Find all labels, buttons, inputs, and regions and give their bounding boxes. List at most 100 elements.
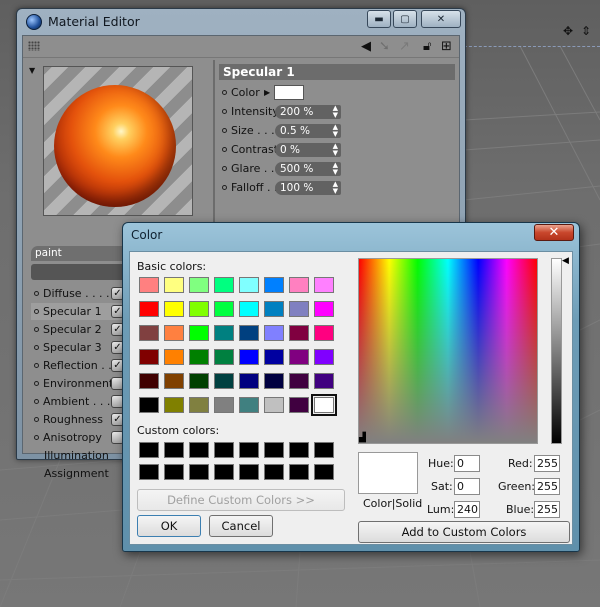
basic-color-swatch[interactable] [189,349,209,365]
preview-menu-arrow-icon[interactable]: ▼ [29,66,35,75]
basic-color-swatch[interactable] [239,277,259,293]
green-input[interactable]: 255 [534,478,560,495]
new-window-icon[interactable]: ⊞ [441,39,452,54]
basic-color-swatch[interactable] [189,397,209,413]
spectrum-crosshair-icon[interactable]: ▟ [359,433,366,443]
channel-item[interactable]: Roughness ✓ [31,411,124,428]
sat-input[interactable]: 0 [454,478,480,495]
basic-color-swatch[interactable] [239,349,259,365]
basic-color-swatch[interactable] [164,277,184,293]
back-arrow-icon[interactable]: ◀ [361,39,371,54]
basic-color-swatch[interactable] [264,349,284,365]
basic-color-swatch[interactable] [264,301,284,317]
basic-color-swatch[interactable] [314,325,334,341]
basic-color-swatch[interactable] [164,301,184,317]
animate-dot-icon[interactable] [222,109,227,114]
channel-item[interactable]: Specular 3 ✓ [31,339,124,356]
custom-color-swatch[interactable] [164,464,184,480]
spinner-arrows-icon[interactable]: ▲ ▼ [333,105,338,119]
basic-color-swatch[interactable] [289,277,309,293]
basic-color-swatch[interactable] [314,373,334,389]
animate-dot-icon[interactable] [222,128,227,133]
basic-color-swatch[interactable] [189,301,209,317]
maximize-button[interactable]: ▢ [393,10,417,28]
basic-color-swatch[interactable] [239,301,259,317]
spinner-arrows-icon[interactable]: ▲ ▼ [333,162,338,176]
blue-input[interactable]: 255 [534,501,560,518]
basic-color-swatch[interactable] [239,397,259,413]
custom-color-swatch[interactable] [139,442,159,458]
basic-color-swatch[interactable] [164,325,184,341]
custom-color-swatch[interactable] [214,464,234,480]
basic-color-swatch[interactable] [264,277,284,293]
custom-color-swatch[interactable] [264,464,284,480]
custom-color-swatch[interactable] [164,442,184,458]
channel-item[interactable]: Specular 1 ✓ [31,303,124,320]
luminosity-arrow-icon[interactable]: ◀ [562,256,569,266]
basic-color-swatch[interactable] [164,349,184,365]
basic-color-swatch[interactable] [164,397,184,413]
move-view-icon[interactable]: ✥ [563,24,573,38]
animate-dot-icon[interactable] [222,185,227,190]
custom-color-swatch[interactable] [189,442,209,458]
hue-input[interactable]: 0 [454,455,480,472]
luminosity-slider[interactable] [551,258,562,444]
close-button[interactable]: ✕ [421,10,461,28]
custom-color-swatch[interactable] [314,442,334,458]
channel-item[interactable]: Diffuse . . . . ✓ [31,285,124,302]
basic-color-swatch[interactable] [289,373,309,389]
custom-color-swatch[interactable] [239,464,259,480]
basic-color-swatch[interactable] [214,277,234,293]
expand-arrow-icon[interactable]: ▶ [264,84,270,101]
basic-color-swatch[interactable] [189,277,209,293]
add-to-custom-colors-button[interactable]: Add to Custom Colors [358,521,570,543]
animate-dot-icon[interactable] [222,147,227,152]
custom-color-swatch[interactable] [289,442,309,458]
channel-item[interactable]: Reflection . . ✓ [31,357,124,374]
basic-color-swatch[interactable] [189,373,209,389]
property-value-spinner[interactable]: 200 % ▲ ▼ [275,105,341,119]
basic-color-swatch[interactable] [264,397,284,413]
zoom-view-icon[interactable]: ⇕ [581,24,591,38]
basic-color-swatch[interactable] [214,349,234,365]
basic-color-swatch[interactable] [139,397,159,413]
basic-color-swatch[interactable] [289,301,309,317]
property-value-spinner[interactable]: 500 % ▲ ▼ [275,162,341,176]
basic-color-swatch[interactable] [311,394,337,416]
spinner-arrows-icon[interactable]: ▲ ▼ [333,143,338,157]
property-value-spinner[interactable]: 0.5 % ▲ ▼ [275,124,341,138]
basic-color-swatch[interactable] [239,325,259,341]
custom-color-swatch[interactable] [314,464,334,480]
color-swatch[interactable] [274,85,304,100]
basic-color-swatch[interactable] [139,301,159,317]
basic-color-swatch[interactable] [139,349,159,365]
basic-color-swatch[interactable] [289,349,309,365]
basic-color-swatch[interactable] [289,397,309,413]
basic-color-swatch[interactable] [214,301,234,317]
lock-icon[interactable]: 🔓︎ [423,39,431,54]
animate-dot-icon[interactable] [222,90,227,95]
channel-item[interactable]: Assignment [31,465,123,482]
minimize-button[interactable]: ▬ [367,10,391,28]
basic-color-swatch[interactable] [239,373,259,389]
spinner-arrows-icon[interactable]: ▲ ▼ [333,181,338,195]
custom-color-swatch[interactable] [239,442,259,458]
basic-color-swatch[interactable] [139,325,159,341]
basic-color-swatch[interactable] [139,373,159,389]
forward-arrow-icon[interactable]: ➘ [379,39,390,54]
basic-color-swatch[interactable] [289,325,309,341]
channel-item[interactable]: Environment [31,375,124,392]
property-value-spinner[interactable]: 0 % ▲ ▼ [275,143,341,157]
basic-color-swatch[interactable] [314,277,334,293]
color-spectrum-picker[interactable]: ▟ [358,258,538,444]
lum-input[interactable]: 240 [454,501,480,518]
custom-color-swatch[interactable] [189,464,209,480]
material-preview[interactable] [43,66,193,216]
custom-color-swatch[interactable] [214,442,234,458]
custom-color-swatch[interactable] [139,464,159,480]
channel-item[interactable]: Illumination [31,447,123,464]
ok-button[interactable]: OK [137,515,201,537]
channel-item[interactable]: Anisotropy [31,429,124,446]
dialog-close-button[interactable]: ✕ [534,224,574,241]
basic-color-swatch[interactable] [264,373,284,389]
